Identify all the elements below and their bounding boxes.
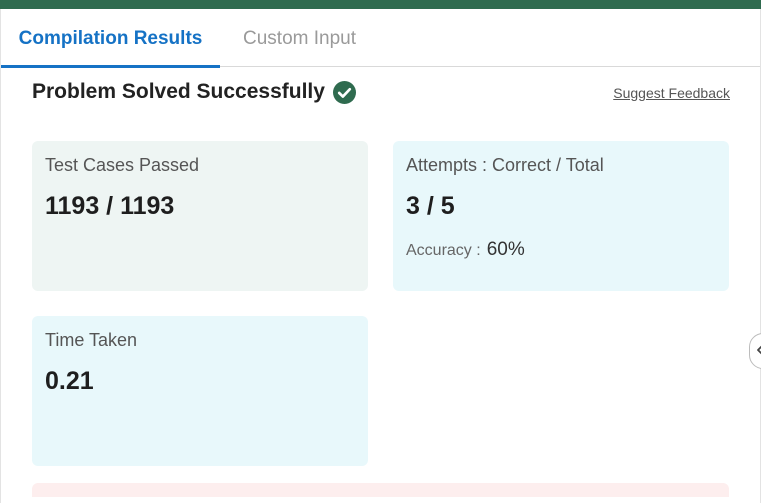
tab-custom-input[interactable]: Custom Input (243, 9, 356, 67)
tab-bar: Compilation Results Custom Input (1, 9, 760, 68)
active-tab-underline (1, 65, 220, 68)
test-cases-card: Test Cases Passed 1193 / 1193 (32, 141, 368, 291)
test-cases-value: 1193 / 1193 (45, 192, 175, 220)
tab-compilation-results[interactable]: Compilation Results (1, 9, 220, 68)
time-taken-card: Time Taken 0.21 (32, 316, 368, 466)
status-title: Problem Solved Successfully (32, 80, 325, 103)
tab-compilation-results-label: Compilation Results (18, 28, 203, 49)
suggest-feedback-link[interactable]: Suggest Feedback (613, 85, 730, 101)
check-circle-icon (332, 80, 356, 104)
accuracy-label: Accuracy : (406, 242, 481, 259)
top-brand-bar (0, 0, 761, 9)
accuracy-value: 60% (486, 239, 525, 260)
attempts-value: 3 / 5 (406, 192, 455, 220)
accuracy-row: Accuracy : 60% (406, 239, 716, 261)
time-taken-value: 0.21 (45, 367, 94, 395)
time-taken-label: Time Taken (45, 330, 138, 350)
test-cases-label: Test Cases Passed (45, 155, 200, 175)
attempts-label: Attempts : Correct / Total (406, 155, 604, 175)
tab-custom-input-label: Custom Input (243, 28, 356, 49)
next-card-partial (32, 483, 729, 497)
attempts-card: Attempts : Correct / Total 3 / 5 Accurac… (393, 141, 729, 291)
status-row: Problem Solved Successfully (32, 78, 356, 106)
chevron-left-icon (756, 342, 761, 360)
